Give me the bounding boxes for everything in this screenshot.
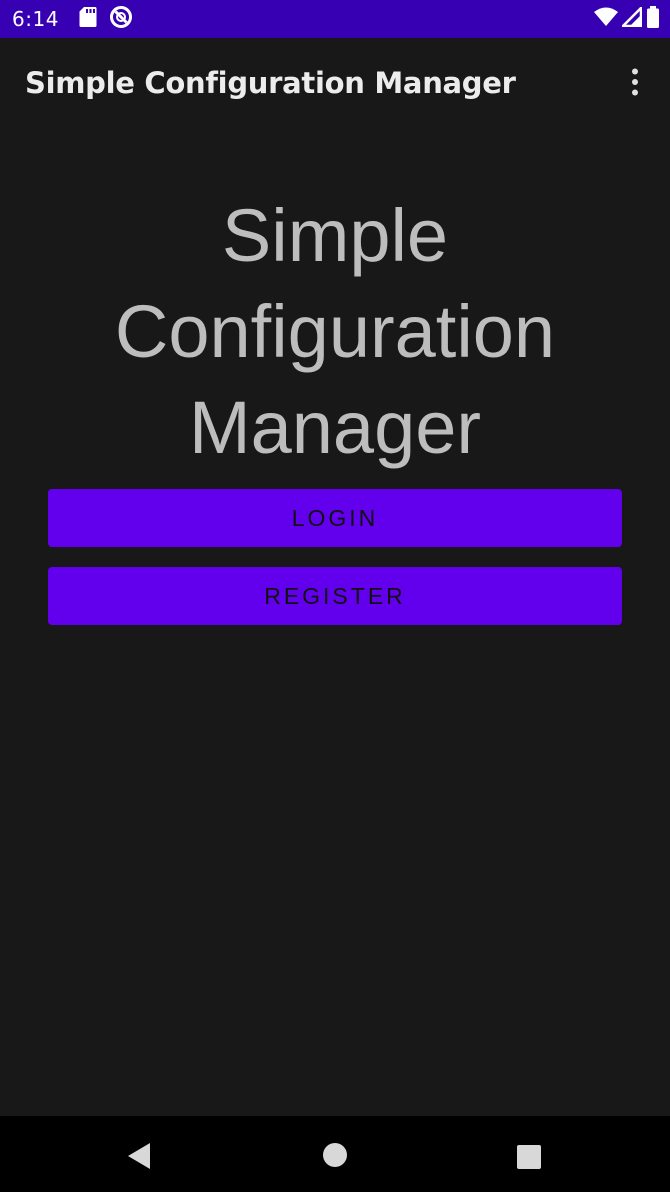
sd-card-icon	[79, 6, 97, 32]
wifi-icon	[594, 7, 618, 31]
battery-icon	[646, 6, 660, 32]
app-screen: 6:14 Simple Configuration Manager Simple…	[0, 0, 670, 1192]
hero-title-line: Manager	[188, 386, 482, 469]
hero-title: Simple Configuration Manager	[0, 188, 670, 476]
navigation-bar	[0, 1116, 670, 1192]
status-notification-icons	[79, 5, 133, 33]
overflow-menu-button[interactable]	[620, 68, 650, 100]
status-system-icons	[594, 0, 660, 38]
back-icon[interactable]	[126, 1142, 152, 1174]
hero-title-line: Configuration	[114, 290, 556, 373]
toolbar-title: Simple Configuration Manager	[25, 66, 516, 100]
status-time: 6:14	[12, 7, 59, 31]
more-vert-icon	[631, 68, 639, 100]
no-disturb-icon	[109, 5, 133, 33]
signal-icon	[619, 4, 643, 31]
home-icon[interactable]	[322, 1142, 348, 1172]
recents-icon[interactable]	[516, 1144, 542, 1174]
status-bar: 6:14	[0, 0, 670, 38]
login-button[interactable]: LOGIN	[48, 489, 622, 547]
hero-title-line: Simple	[221, 194, 449, 277]
register-button[interactable]: REGISTER	[48, 567, 622, 625]
app-toolbar: Simple Configuration Manager	[0, 38, 670, 130]
